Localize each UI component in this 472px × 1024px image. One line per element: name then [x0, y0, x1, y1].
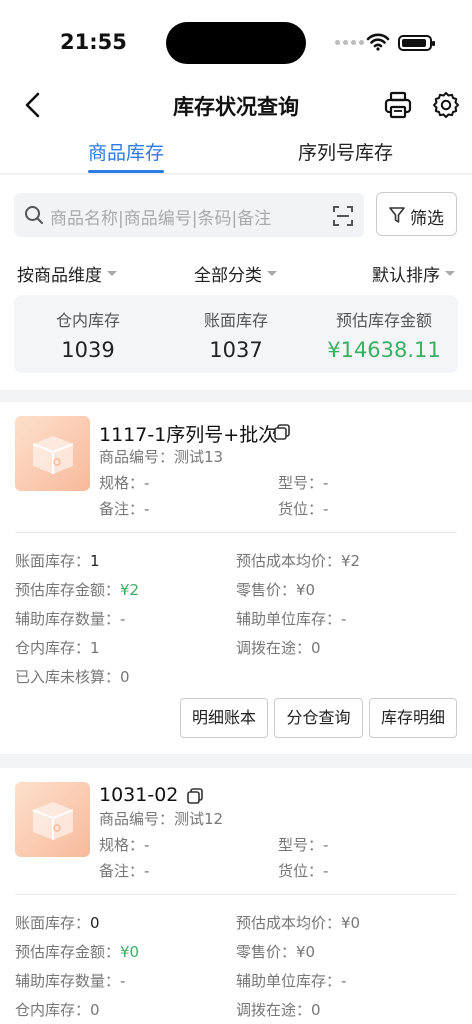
summary-label: 预估库存金额	[335, 311, 432, 330]
printer-icon[interactable]	[383, 90, 413, 120]
divider	[15, 894, 457, 895]
summary-value: 1039	[61, 338, 115, 362]
caret-down-icon	[107, 271, 117, 276]
dimension-label: 按商品维度	[17, 266, 102, 286]
tab-serial-stock[interactable]: 序列号库存	[298, 138, 393, 165]
category-dropdown[interactable]: 全部分类	[194, 261, 277, 286]
detail-ledger-button[interactable]: 明细账本	[180, 698, 268, 738]
product-location: 货位：-	[278, 862, 329, 880]
search-icon	[25, 206, 43, 224]
aux-qty: 辅助库存数量：-	[15, 972, 126, 990]
search-placeholder: 商品名称|商品编号|条码|备注	[50, 209, 272, 229]
product-remark: 备注：-	[99, 500, 150, 518]
summary-label: 账面库存	[203, 311, 268, 330]
active-tab-indicator	[88, 170, 164, 173]
product-image	[15, 416, 90, 491]
filter-button[interactable]: 筛选	[376, 192, 457, 236]
tab-bar: 商品库存 序列号库存	[0, 130, 472, 174]
box-icon	[32, 802, 74, 840]
in-warehouse: 仓内库存：0	[15, 1001, 100, 1019]
summary-value: 1037	[209, 338, 263, 362]
battery-icon	[398, 35, 435, 51]
summary-value: ¥14638.11	[327, 338, 441, 362]
product-spec: 规格：-	[99, 836, 150, 854]
box-icon	[32, 436, 74, 474]
dimension-dropdown[interactable]: 按商品维度	[17, 261, 117, 286]
nav-bar: 库存状况查询	[0, 80, 472, 130]
aux-unit: 辅助单位库存：-	[236, 610, 347, 628]
stock-detail-button[interactable]: 库存明细	[369, 698, 457, 738]
signal-icon	[335, 40, 364, 45]
in-warehouse: 仓内库存：1	[15, 639, 100, 657]
product-code: 商品编号：测试12	[99, 810, 224, 828]
status-time: 21:55	[60, 30, 127, 54]
product-model: 型号：-	[278, 836, 329, 854]
warehouse-query-button[interactable]: 分仓查询	[274, 698, 363, 738]
product-card[interactable]: 1117-1序列号+批次 商品编号：测试13 规格：- 型号：- 备注：- 货位…	[0, 402, 472, 754]
est-cost: 预估成本均价：¥2	[236, 552, 361, 570]
funnel-icon	[389, 207, 405, 223]
est-cost: 预估成本均价：¥0	[236, 914, 361, 932]
unaccounted: 已入库未核算：0	[15, 668, 130, 686]
sort-label: 默认排序	[372, 266, 440, 286]
copy-icon[interactable]	[187, 788, 203, 804]
aux-qty: 辅助库存数量：-	[15, 610, 126, 628]
product-name: 1117-1序列号+批次	[99, 424, 278, 446]
gear-icon[interactable]	[431, 90, 461, 120]
product-remark: 备注：-	[99, 862, 150, 880]
caret-down-icon	[267, 271, 277, 276]
divider	[15, 532, 457, 533]
book-stock: 账面库存：0	[15, 914, 100, 932]
retail-price: 零售价：¥0	[236, 943, 316, 961]
transfer-in-transit: 调拨在途：0	[236, 1001, 321, 1019]
retail-price: 零售价：¥0	[236, 581, 316, 599]
product-code: 商品编号：测试13	[99, 448, 224, 466]
est-amount: 预估库存金额：¥2	[15, 581, 140, 599]
search-input[interactable]: 商品名称|商品编号|条码|备注	[14, 193, 364, 237]
status-bar: 21:55	[0, 0, 472, 80]
product-name: 1031-02	[99, 784, 179, 806]
summary-label: 仓内库存	[55, 311, 120, 330]
wifi-icon	[366, 33, 390, 51]
product-image	[15, 782, 90, 857]
sort-dropdown[interactable]: 默认排序	[372, 261, 455, 286]
category-label: 全部分类	[194, 266, 262, 286]
filter-area: 商品名称|商品编号|条码|备注 筛选 按商品维度 全部分类 默认排序 仓内库存 …	[0, 175, 472, 390]
est-amount: 预估库存金额：¥0	[15, 943, 140, 961]
product-location: 货位：-	[278, 500, 329, 518]
copy-icon[interactable]	[274, 424, 290, 440]
dynamic-island	[166, 22, 306, 64]
stock-summary: 仓内库存 1039 账面库存 1037 预估库存金额 ¥14638.11	[14, 295, 458, 373]
product-spec: 规格：-	[99, 474, 150, 492]
product-card[interactable]: 1031-02 商品编号：测试12 规格：- 型号：- 备注：- 货位：- 账面…	[0, 768, 472, 1024]
card-actions: 明细账本 分仓查询 库存明细	[0, 698, 472, 738]
scan-icon[interactable]	[332, 205, 354, 227]
caret-down-icon	[445, 271, 455, 276]
book-stock: 账面库存：1	[15, 552, 100, 570]
aux-unit: 辅助单位库存：-	[236, 972, 347, 990]
tab-product-stock[interactable]: 商品库存	[88, 138, 164, 165]
transfer-in-transit: 调拨在途：0	[236, 639, 321, 657]
product-model: 型号：-	[278, 474, 329, 492]
filter-label: 筛选	[410, 209, 444, 229]
